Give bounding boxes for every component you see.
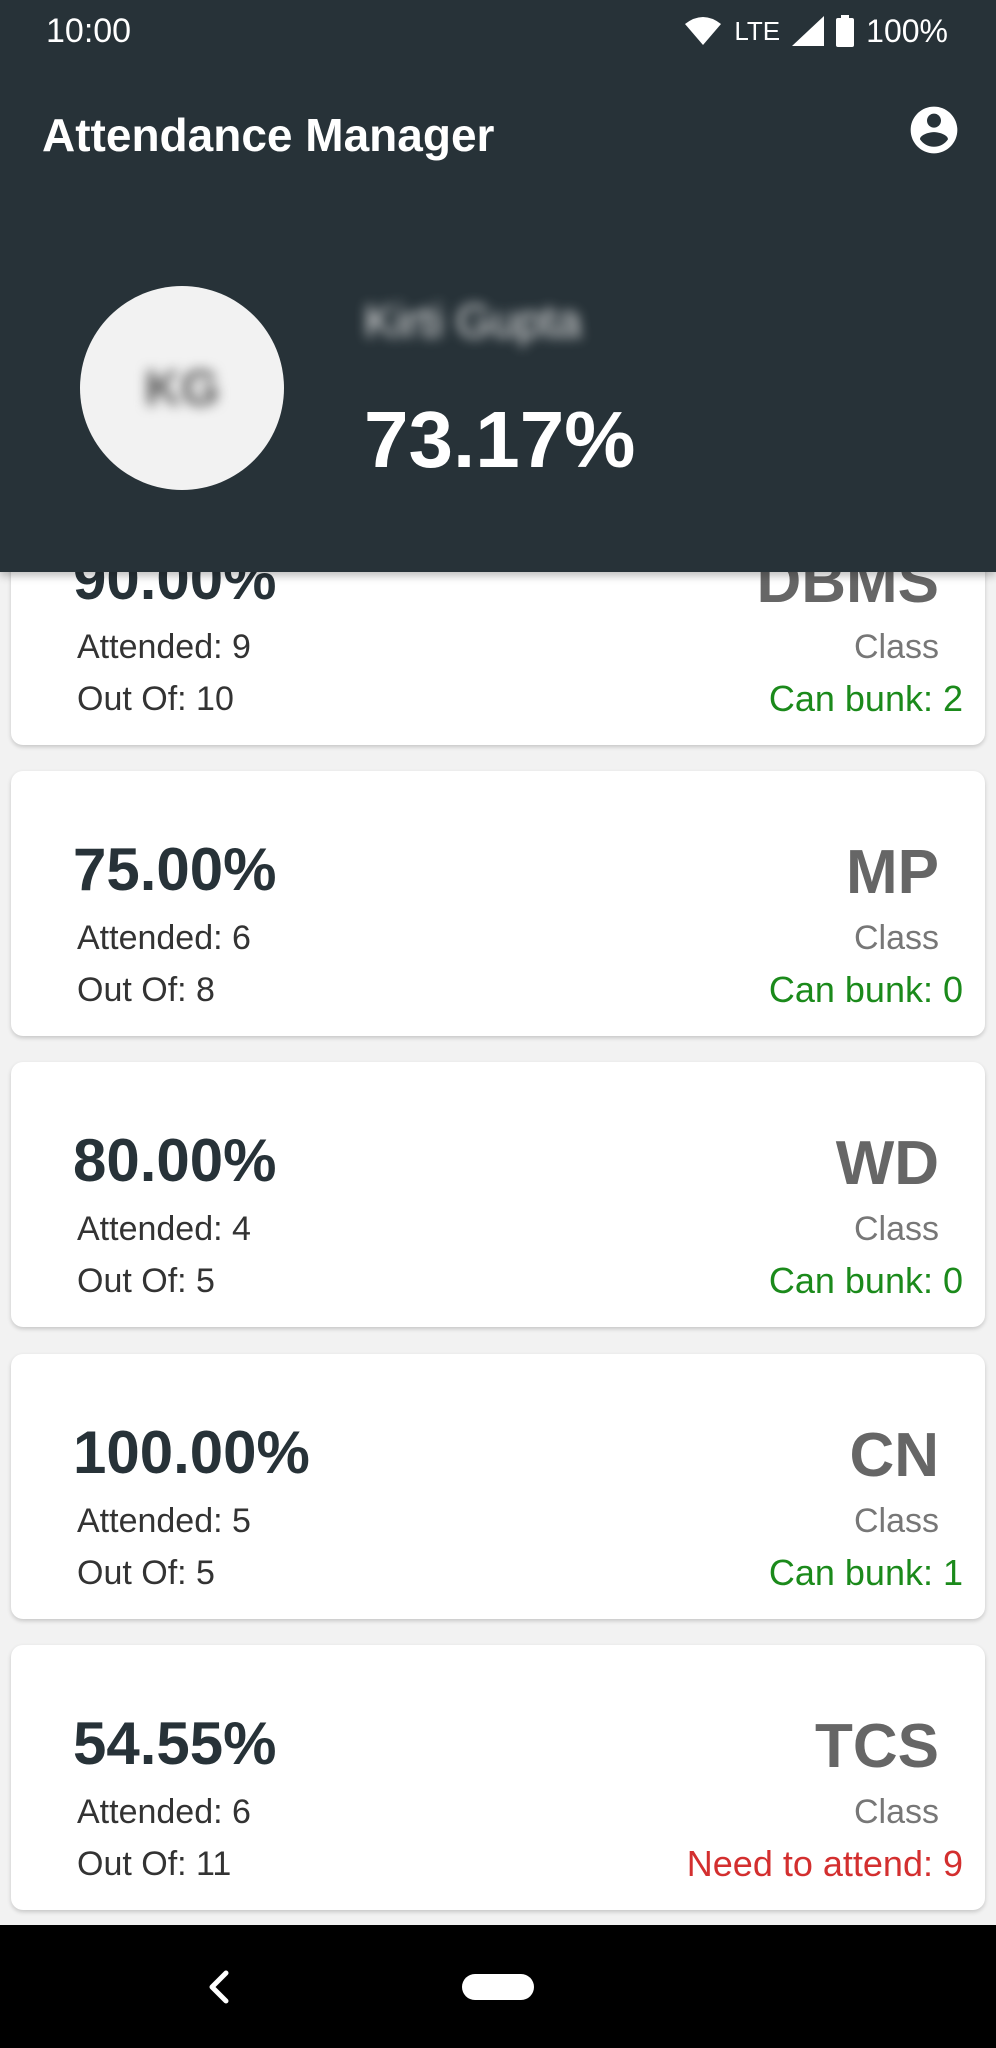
subject-name: TCS bbox=[815, 1712, 939, 1781]
bunk-status: Can bunk: 0 bbox=[768, 1260, 963, 1301]
subject-type: Class bbox=[853, 628, 939, 666]
subject-type: Class bbox=[853, 919, 939, 957]
home-button[interactable] bbox=[462, 1974, 534, 2000]
bunk-status: Need to attend: 9 bbox=[686, 1843, 963, 1884]
total-count: Out Of: 5 bbox=[77, 1554, 215, 1592]
subject-card-tcs[interactable]: 54.55% Attended: 6 Out Of: 11 TCS Class … bbox=[11, 1645, 985, 1910]
bunk-status: Can bunk: 1 bbox=[768, 1552, 963, 1593]
battery-icon bbox=[836, 15, 855, 47]
signal-icon bbox=[792, 16, 825, 46]
subject-name: CN bbox=[849, 1421, 939, 1490]
user-name: Kirti Gupta bbox=[364, 295, 582, 347]
status-time: 10:00 bbox=[46, 11, 132, 50]
total-count: Out Of: 10 bbox=[77, 680, 234, 718]
subject-type: Class bbox=[853, 1210, 939, 1248]
bunk-status: Can bunk: 2 bbox=[768, 678, 963, 719]
subject-type: Class bbox=[853, 1502, 939, 1540]
subject-card-wd[interactable]: 80.00% Attended: 4 Out Of: 5 WD Class Ca… bbox=[11, 1062, 985, 1327]
page-title: Attendance Manager bbox=[42, 109, 495, 161]
back-icon[interactable] bbox=[204, 1969, 236, 2005]
subject-name: WD bbox=[835, 1129, 939, 1198]
subject-percentage: 100.00% bbox=[73, 1419, 310, 1486]
total-count: Out Of: 8 bbox=[77, 971, 215, 1009]
subject-percentage: 80.00% bbox=[73, 1127, 277, 1194]
subject-card-cn[interactable]: 100.00% Attended: 5 Out Of: 5 CN Class C… bbox=[11, 1354, 985, 1619]
app-header: Attendance Manager KG Kirti Gupta 73.17% bbox=[0, 62, 996, 572]
subject-card-mp[interactable]: 75.00% Attended: 6 Out Of: 8 MP Class Ca… bbox=[11, 771, 985, 1036]
status-bar: 10:00 LTE 100% bbox=[0, 0, 996, 62]
status-icons: LTE 100% bbox=[684, 13, 948, 50]
attended-count: Attended: 6 bbox=[77, 1793, 251, 1831]
total-count: Out Of: 11 bbox=[77, 1845, 232, 1883]
bunk-status: Can bunk: 0 bbox=[768, 969, 963, 1010]
avatar-initials: KG bbox=[144, 360, 220, 416]
avatar: KG bbox=[80, 286, 284, 490]
attended-count: Attended: 5 bbox=[77, 1502, 251, 1540]
attended-count: Attended: 9 bbox=[77, 628, 251, 666]
wifi-icon bbox=[685, 17, 722, 45]
network-label: LTE bbox=[734, 15, 781, 46]
overall-percentage: 73.17% bbox=[364, 395, 636, 484]
subject-type: Class bbox=[853, 1793, 939, 1831]
subject-name: MP bbox=[846, 838, 939, 907]
battery-percentage: 100% bbox=[866, 12, 948, 49]
subject-percentage: 54.55% bbox=[73, 1710, 277, 1777]
system-nav-bar bbox=[0, 1925, 996, 2048]
account-circle-icon[interactable] bbox=[906, 102, 962, 158]
subject-percentage: 75.00% bbox=[73, 836, 277, 903]
total-count: Out Of: 5 bbox=[77, 1262, 215, 1300]
attended-count: Attended: 6 bbox=[77, 919, 251, 957]
attended-count: Attended: 4 bbox=[77, 1210, 251, 1248]
